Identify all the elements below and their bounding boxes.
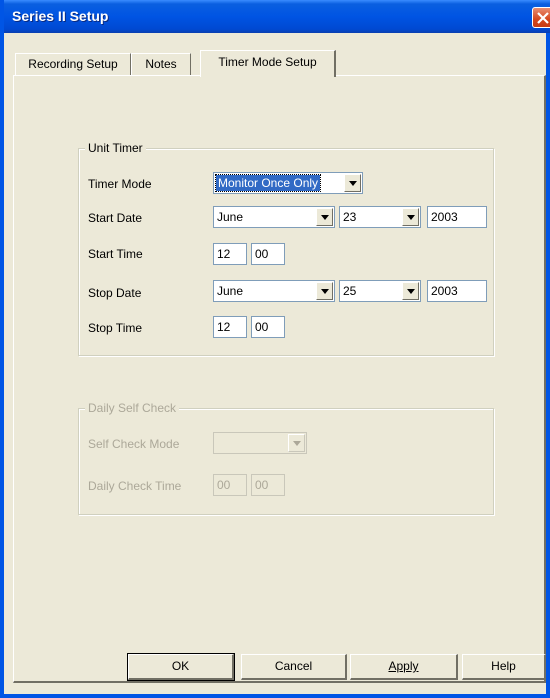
chevron-down-icon xyxy=(321,289,329,294)
close-icon xyxy=(537,12,549,24)
chevron-down-icon xyxy=(407,289,415,294)
stop-month-dropdown-button[interactable] xyxy=(316,282,333,300)
self-check-mode-dropdown-button[interactable] xyxy=(288,434,305,452)
self-check-mode-label: Self Check Mode xyxy=(88,437,180,451)
tab-notes-label: Notes xyxy=(145,57,177,71)
chevron-down-icon xyxy=(407,215,415,220)
timer-mode-label: Timer Mode xyxy=(88,177,152,191)
help-button[interactable]: Help xyxy=(462,654,546,680)
start-day-select[interactable]: 23 xyxy=(339,206,421,228)
tab-timer-mode-setup[interactable]: Timer Mode Setup xyxy=(200,50,336,77)
unit-timer-group-title: Unit Timer xyxy=(85,141,146,155)
stop-day-dropdown-button[interactable] xyxy=(402,282,419,300)
chevron-down-icon xyxy=(349,181,357,186)
close-button[interactable] xyxy=(532,7,550,28)
timer-mode-select[interactable]: Monitor Once Only xyxy=(213,172,363,194)
tab-notes[interactable]: Notes xyxy=(131,53,191,75)
start-month-select[interactable]: June xyxy=(213,206,335,228)
ok-button[interactable]: OK xyxy=(127,653,235,681)
start-month-value: June xyxy=(217,210,244,224)
cancel-button[interactable]: Cancel xyxy=(241,654,347,680)
title-bar[interactable]: Series II Setup xyxy=(4,0,550,33)
stop-month-select[interactable]: June xyxy=(213,280,335,302)
daily-check-hour-field[interactable] xyxy=(213,474,247,496)
stop-year-field[interactable] xyxy=(427,280,487,302)
stop-month-value: June xyxy=(217,284,244,298)
daily-check-minute-field[interactable] xyxy=(251,474,285,496)
tab-recording-setup[interactable]: Recording Setup xyxy=(15,53,131,75)
apply-button-label: Apply xyxy=(388,659,419,673)
start-day-value: 23 xyxy=(343,210,357,224)
chevron-down-icon xyxy=(293,441,301,446)
stop-day-select[interactable]: 25 xyxy=(339,280,421,302)
ok-button-label: OK xyxy=(171,659,190,673)
start-month-dropdown-button[interactable] xyxy=(316,208,333,226)
stop-hour-field[interactable] xyxy=(213,316,247,338)
help-button-label: Help xyxy=(491,659,516,673)
cancel-button-label: Cancel xyxy=(274,659,313,673)
tab-recording-setup-label: Recording Setup xyxy=(28,57,118,71)
chevron-down-icon xyxy=(321,215,329,220)
start-time-label: Start Time xyxy=(88,247,143,261)
dialog-window: Series II Setup Recording Setup Notes Ti… xyxy=(0,0,550,698)
daily-self-check-group-title: Daily Self Check xyxy=(85,401,180,415)
daily-self-check-group: Daily Self Check xyxy=(78,401,494,515)
stop-time-label: Stop Time xyxy=(88,321,143,335)
stop-date-label: Stop Date xyxy=(88,286,142,300)
stop-day-value: 25 xyxy=(343,284,357,298)
start-hour-field[interactable] xyxy=(213,243,247,265)
timer-mode-dropdown-button[interactable] xyxy=(344,174,361,192)
window-title: Series II Setup xyxy=(12,8,109,24)
tab-timer-mode-setup-label: Timer Mode Setup xyxy=(218,55,317,69)
start-year-field[interactable] xyxy=(427,206,487,228)
start-day-dropdown-button[interactable] xyxy=(402,208,419,226)
self-check-mode-select[interactable] xyxy=(213,432,307,454)
apply-button[interactable]: Apply xyxy=(350,654,458,680)
start-minute-field[interactable] xyxy=(251,243,285,265)
stop-minute-field[interactable] xyxy=(251,316,285,338)
daily-check-time-label: Daily Check Time xyxy=(88,479,182,493)
timer-mode-value: Monitor Once Only xyxy=(214,174,322,192)
start-date-label: Start Date xyxy=(88,211,143,225)
